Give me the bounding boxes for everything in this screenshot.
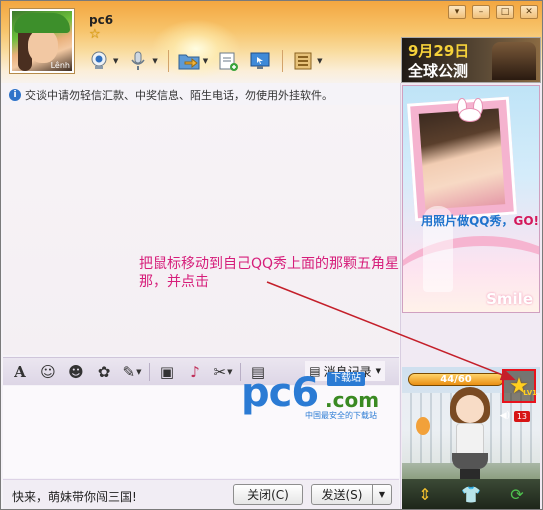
webcam-button[interactable]: ▼ <box>87 49 118 73</box>
swap-arrows-icon: ⇕ <box>418 484 432 504</box>
ad-caption: 用照片做QQ秀，GO! <box>409 212 539 229</box>
window-controls: ▾ – □ ✕ <box>448 5 538 19</box>
avatar-tag: Lênh <box>50 61 70 70</box>
speaker-icon[interactable]: ◀) <box>500 411 510 421</box>
microphone-button[interactable]: ▼ <box>126 49 158 73</box>
music-icon: ♪ <box>190 362 200 381</box>
count-badge: 13 <box>513 411 530 422</box>
sticker-button[interactable]: ✿ <box>93 360 115 384</box>
avatar-face <box>28 29 58 63</box>
refresh-button[interactable]: ⟳ <box>504 483 530 505</box>
ad-subtitle: 全球公测 <box>408 62 469 80</box>
maximize-button[interactable]: □ <box>496 5 514 19</box>
file-transfer-button[interactable]: ▼ <box>177 49 208 73</box>
sticker-icon: ✿ <box>97 362 111 381</box>
wardrobe-button[interactable]: 👕 <box>458 483 484 505</box>
font-icon: A <box>14 362 26 381</box>
screenshot-edit-icon: ✎ <box>122 362 136 381</box>
notepad-button[interactable] <box>216 49 240 73</box>
emoji-icon: ☺ <box>40 362 56 381</box>
shirt-icon: 👕 <box>461 484 481 504</box>
screenshot-edit-button[interactable]: ✎ ▼ <box>121 360 143 384</box>
ad-warrior-image <box>492 42 536 80</box>
qqshow-photo-ad[interactable]: 用照片做QQ秀，GO! Smile <box>402 85 540 313</box>
qq-show-controls: ⇕ 👕 ⟳ <box>402 479 540 509</box>
image-button[interactable]: ▣ <box>156 360 178 384</box>
ad-date: 9月29日 <box>408 42 470 60</box>
send-button[interactable]: 发送(S) <box>311 484 373 505</box>
ad-caption-text: 用照片做QQ秀， <box>421 214 514 228</box>
promo-text[interactable]: 快来，萌妹带你闯三国! <box>12 488 137 505</box>
level-tag: LV1 <box>523 389 537 397</box>
security-notice-text: 交谈中请勿轻信汇款、中奖信息、陌生电话，勿使用外挂软件。 <box>25 89 333 102</box>
send-options-dropdown[interactable]: ▼ <box>372 484 392 505</box>
scissors-icon: ✂ <box>213 362 227 381</box>
emoji-button[interactable]: ☺ <box>37 360 59 384</box>
webcam-icon <box>87 49 111 73</box>
screenshot-button[interactable]: ✂ ▼ <box>212 360 234 384</box>
bunny-ears-icon <box>453 98 487 122</box>
magic-face-button[interactable]: ☻ <box>65 360 87 384</box>
watermark-badge: 下载站 <box>327 372 365 386</box>
qq-show-panel[interactable]: 44/60 ★ LV1 ◀) 13 ⇕ 👕 ⟳ <box>402 367 540 509</box>
outfit-swap-button[interactable]: ⇕ <box>412 483 438 505</box>
tutorial-annotation: 把鼠标移动到自己QQ秀上面的那颗五角星那，并点击 <box>139 256 400 290</box>
girl-photo <box>418 108 506 210</box>
microphone-icon <box>126 49 150 73</box>
minimize-button[interactable]: – <box>472 5 490 19</box>
ad-go-text: GO! <box>513 214 539 228</box>
info-icon: i <box>9 89 21 101</box>
balloon-icon <box>416 417 430 435</box>
qq-show-character[interactable] <box>444 387 496 481</box>
remote-desktop-button[interactable] <box>248 49 272 73</box>
apps-icon <box>291 49 315 73</box>
pc6-watermark: pc6 下载站 .com 中国最安全的下载站 <box>241 366 411 426</box>
qq-show-star-button[interactable]: ★ <box>502 369 536 403</box>
vip-star-icon: ☆ <box>89 27 101 42</box>
level-progress-bar: 44/60 <box>408 373 504 386</box>
notepad-add-icon <box>216 49 240 73</box>
music-button[interactable]: ♪ <box>184 360 206 384</box>
image-icon: ▣ <box>159 362 175 381</box>
ad-smile-text: Smile <box>486 290 533 308</box>
remote-desktop-icon <box>248 49 272 73</box>
security-notice: i 交谈中请勿轻信汇款、中奖信息、陌生电话，勿使用外挂软件。 <box>9 87 399 103</box>
window-menu-button[interactable]: ▾ <box>448 5 466 19</box>
close-window-button[interactable]: ✕ <box>520 5 538 19</box>
refresh-icon: ⟳ <box>510 484 524 504</box>
message-history[interactable] <box>3 105 399 355</box>
bottom-bar: 快来，萌妹带你闯三国! 关闭(C) 发送(S) ▼ <box>3 479 399 509</box>
font-button[interactable]: A <box>9 360 31 384</box>
top-banner-ad[interactable]: 9月29日 全球公测 <box>401 37 541 83</box>
watermark-slogan: 中国最安全的下载站 <box>305 411 377 420</box>
contact-nickname[interactable]: pc6 <box>89 13 113 27</box>
watermark-domain: .com <box>325 388 380 412</box>
contact-avatar[interactable]: Lênh <box>10 9 74 73</box>
right-sidebar: 9月29日 全球公测 用照片做QQ秀，GO! Smile 44/60 ★ LV1… <box>400 37 542 509</box>
apps-button[interactable]: ▼ <box>291 49 323 73</box>
close-button[interactable]: 关闭(C) <box>233 484 303 505</box>
file-transfer-icon <box>177 49 201 73</box>
chat-toolbar: ▼ ▼ ▼ ▼ <box>87 46 331 76</box>
avatar-hat <box>14 13 70 33</box>
chat-window: Lênh pc6 ☆ ▼ ▼ ▼ ▼ ▾ – □ ✕ i 交谈中请勿轻信汇款、中… <box>0 0 543 510</box>
magic-face-icon: ☻ <box>68 362 84 381</box>
